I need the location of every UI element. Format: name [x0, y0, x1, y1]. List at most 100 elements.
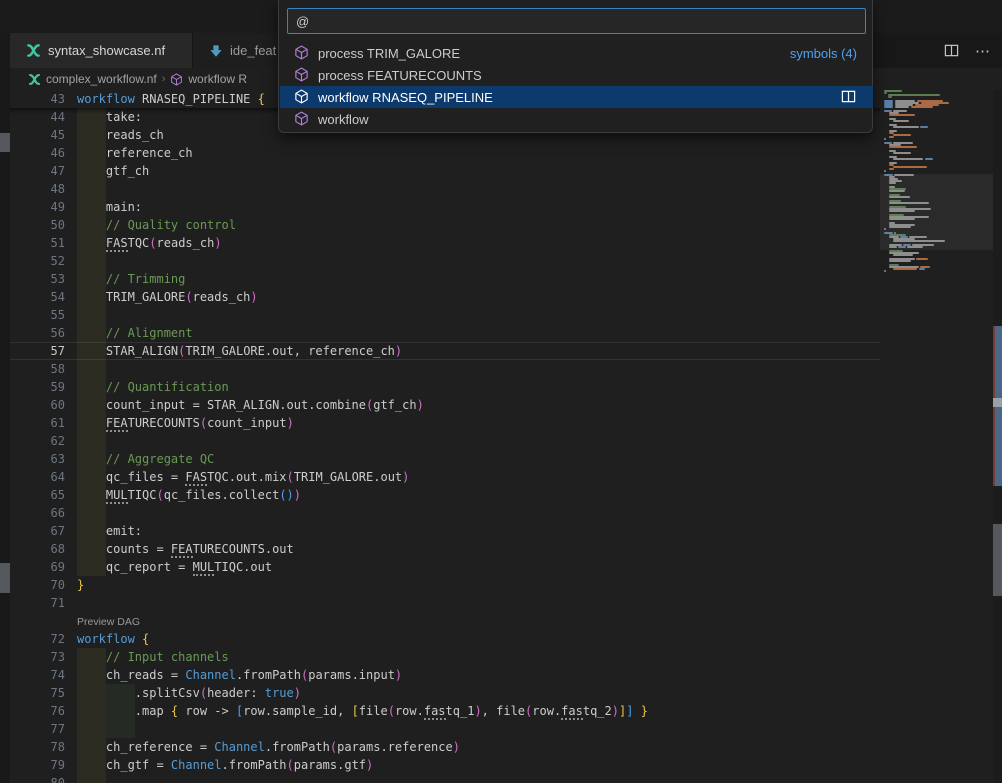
minimap[interactable]	[880, 90, 993, 783]
line-number: 66	[10, 504, 65, 522]
line-number: 67	[10, 522, 65, 540]
line-number: 45	[10, 126, 65, 144]
left-sliver-panel: ··	[0, 33, 10, 783]
code-line[interactable]: 59 // Quantification	[10, 378, 880, 396]
code-line[interactable]: 50 // Quality control	[10, 216, 880, 234]
code-line[interactable]: 75 .splitCsv(header: true)	[10, 684, 880, 702]
scrollbar-slider-secondary[interactable]	[993, 524, 1002, 596]
code-line[interactable]: 58	[10, 360, 880, 378]
codelens-preview-dag[interactable]: Preview DAG	[10, 612, 880, 630]
code-line[interactable]: 52	[10, 252, 880, 270]
code-line[interactable]: 62	[10, 432, 880, 450]
more-actions-button[interactable]: ⋯	[972, 40, 994, 62]
line-number: 71	[10, 594, 65, 612]
code-line[interactable]: 71	[10, 594, 880, 612]
line-number: 73	[10, 648, 65, 666]
quick-open-popup: process TRIM_GALORE symbols (4) process FE…	[278, 0, 873, 133]
code-line[interactable]: 55	[10, 306, 880, 324]
code-line[interactable]: 79 ch_gtf = Channel.fromPath(params.gtf)	[10, 756, 880, 774]
line-number: 57	[10, 342, 65, 360]
line-number: 68	[10, 540, 65, 558]
code-line[interactable]: 70}	[10, 576, 880, 594]
quick-open-item-label: process TRIM_GALORE	[318, 46, 460, 61]
code-line[interactable]: 73 // Input channels	[10, 648, 880, 666]
code-line[interactable]: 48	[10, 180, 880, 198]
line-number: 56	[10, 324, 65, 342]
symbol-cube-icon	[294, 111, 310, 127]
code-line[interactable]: 51 FASTQC(reads_ch)	[10, 234, 880, 252]
code-line[interactable]: 67 emit:	[10, 522, 880, 540]
code-line[interactable]: 49 main:	[10, 198, 880, 216]
code-line[interactable]: 72workflow {	[10, 630, 880, 648]
breadcrumb-symbol[interactable]: workflow R	[188, 72, 247, 86]
code-line[interactable]: 60 count_input = STAR_ALIGN.out.combine(…	[10, 396, 880, 414]
quick-open-item[interactable]: process FEATURECOUNTS	[280, 64, 873, 86]
line-number: 49	[10, 198, 65, 216]
line-number: 54	[10, 288, 65, 306]
line-number: 74	[10, 666, 65, 684]
line-number: 46	[10, 144, 65, 162]
breadcrumb-separator: ›	[162, 73, 166, 85]
code-line[interactable]: 47 gtf_ch	[10, 162, 880, 180]
code-line[interactable]: 76 .map { row -> [row.sample_id, [file(r…	[10, 702, 880, 720]
symbol-cube-icon	[294, 67, 310, 83]
code-line[interactable]: 69 qc_report = MULTIQC.out	[10, 558, 880, 576]
code-line[interactable]: 57 STAR_ALIGN(TRIM_GALORE.out, reference…	[10, 342, 880, 360]
line-number: 51	[10, 234, 65, 252]
line-number: 59	[10, 378, 65, 396]
line-number: 60	[10, 396, 65, 414]
line-number: 63	[10, 450, 65, 468]
code-line[interactable]: 65 MULTIQC(qc_files.collect())	[10, 486, 880, 504]
line-number: 64	[10, 468, 65, 486]
code-line[interactable]: 56 // Alignment	[10, 324, 880, 342]
quick-open-item-label: workflow	[318, 112, 369, 127]
line-number: 43	[10, 90, 65, 108]
sliver-scroll-block	[0, 563, 10, 593]
quick-open-item[interactable]: workflow RNASEQ_PIPELINE	[280, 86, 873, 108]
open-to-side-icon[interactable]	[841, 89, 857, 105]
line-number: 72	[10, 630, 65, 648]
code-line[interactable]: 54 TRIM_GALORE(reads_ch)	[10, 288, 880, 306]
line-number: 53	[10, 270, 65, 288]
nextflow-icon	[28, 73, 41, 86]
code-line[interactable]: 68 counts = FEATURECOUNTS.out	[10, 540, 880, 558]
minimap-viewport[interactable]	[880, 174, 993, 250]
symbol-cube-icon	[294, 45, 310, 61]
quick-open-list: process TRIM_GALORE symbols (4) process FE…	[280, 42, 873, 130]
quick-open-item[interactable]: workflow	[280, 108, 873, 130]
code-line[interactable]: 80	[10, 774, 880, 783]
nextflow-icon	[26, 43, 41, 58]
line-number: 75	[10, 684, 65, 702]
code-line[interactable]: 63 // Aggregate QC	[10, 450, 880, 468]
tab-syntax-showcase[interactable]: syntax_showcase.nf	[10, 33, 193, 68]
symbols-count-badge: symbols (4)	[790, 46, 857, 61]
line-number: 79	[10, 756, 65, 774]
code-line[interactable]: 64 qc_files = FASTQC.out.mix(TRIM_GALORE…	[10, 468, 880, 486]
vscode-window: ·· syntax_showcase.nf ide_feat	[0, 0, 1002, 783]
line-number: 80	[10, 774, 65, 783]
symbol-cube-icon	[294, 89, 310, 105]
split-editor-button[interactable]	[940, 40, 962, 62]
code-line[interactable]: 46 reference_ch	[10, 144, 880, 162]
line-number: 77	[10, 720, 65, 738]
tab-label: ide_feat	[230, 43, 276, 58]
tab-label: syntax_showcase.nf	[48, 43, 165, 58]
line-number: 78	[10, 738, 65, 756]
line-number: 65	[10, 486, 65, 504]
code-line[interactable]: 61 FEATURECOUNTS(count_input)	[10, 414, 880, 432]
line-number: 61	[10, 414, 65, 432]
code-line[interactable]: 78 ch_reference = Channel.fromPath(param…	[10, 738, 880, 756]
code-line[interactable]: 74 ch_reads = Channel.fromPath(params.in…	[10, 666, 880, 684]
line-number: 52	[10, 252, 65, 270]
code-line[interactable]: 53 // Trimming	[10, 270, 880, 288]
quick-open-item-label: workflow RNASEQ_PIPELINE	[318, 90, 493, 105]
line-number: 62	[10, 432, 65, 450]
scrollbar[interactable]	[993, 90, 1002, 783]
code-line[interactable]: 77	[10, 720, 880, 738]
quick-open-input[interactable]	[287, 8, 866, 34]
line-number: 48	[10, 180, 65, 198]
code-line[interactable]: 66	[10, 504, 880, 522]
quick-open-item[interactable]: process TRIM_GALORE symbols (4)	[280, 42, 873, 64]
breadcrumb-file[interactable]: complex_workflow.nf	[46, 72, 157, 86]
code-editor[interactable]: 43workflow RNASEQ_PIPELINE {44 take:45 r…	[10, 90, 1002, 783]
